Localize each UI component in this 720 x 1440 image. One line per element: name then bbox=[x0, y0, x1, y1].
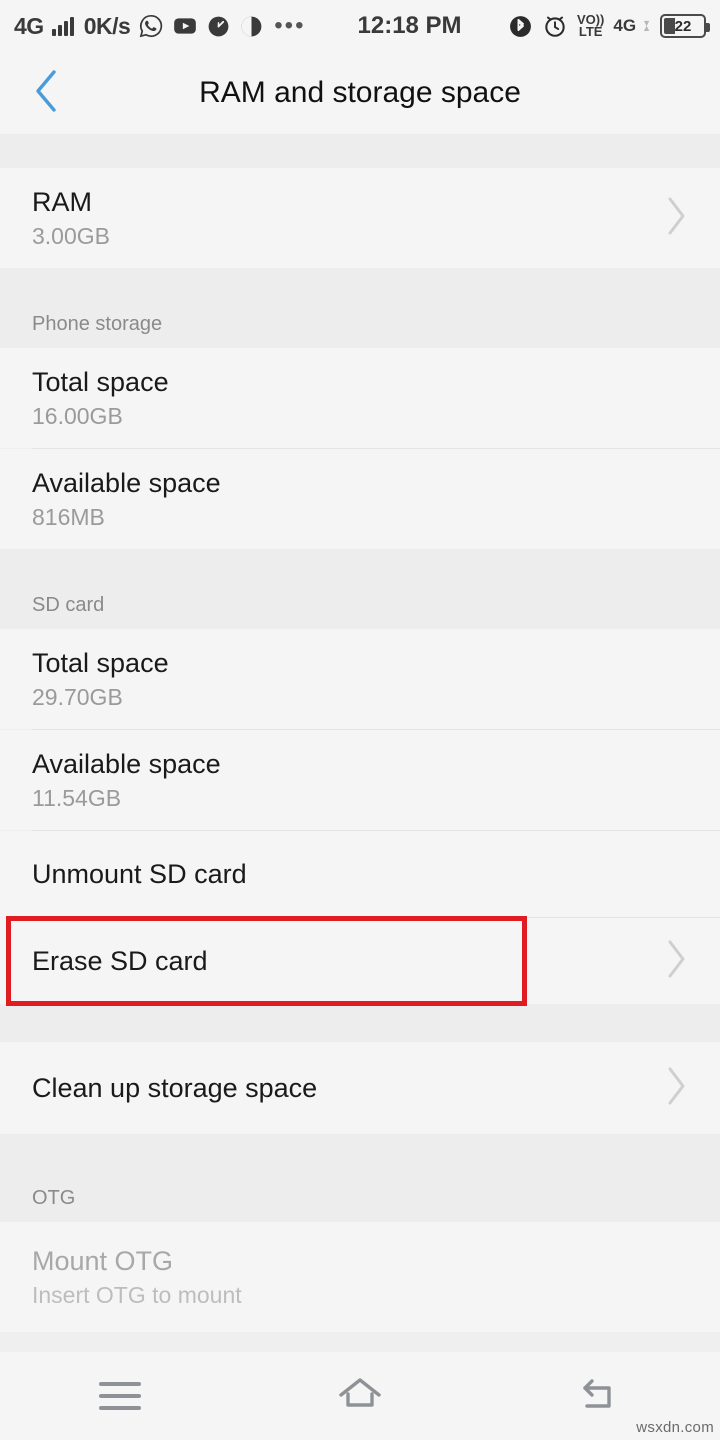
list-item-title: Total space bbox=[32, 366, 169, 397]
section-header-label: OTG bbox=[32, 1187, 76, 1209]
list-item-subtitle: 29.70GB bbox=[32, 683, 123, 710]
list-item-title: Mount OTG bbox=[32, 1245, 174, 1276]
battery-level-label: 22 bbox=[674, 17, 692, 35]
list-item-subtitle: 11.54GB bbox=[32, 784, 122, 811]
list-item-subtitle: 16.00GB bbox=[32, 402, 123, 429]
list-item-text: Total space 29.70GB bbox=[32, 648, 690, 711]
section-gap-cleanup bbox=[0, 1004, 720, 1042]
list-item: Mount OTG Insert OTG to mount bbox=[0, 1222, 720, 1332]
list-item[interactable]: Available space 11.54GB bbox=[0, 730, 720, 830]
back-nav-button[interactable] bbox=[480, 1373, 720, 1420]
battery-indicator: 22 bbox=[660, 14, 710, 38]
data-arrows-icon: ▼ ▲ bbox=[642, 17, 651, 33]
list-item-title: Erase SD card bbox=[32, 945, 208, 976]
list-item-text: Available space 816MB bbox=[32, 468, 690, 531]
section-gap-ram bbox=[0, 134, 720, 168]
list-item-text: Mount OTG Insert OTG to mount bbox=[32, 1246, 690, 1309]
back-arrow-icon bbox=[575, 1373, 625, 1420]
section-header-label: Phone storage bbox=[32, 313, 163, 335]
status-bar-clock: 12:18 PM bbox=[357, 12, 462, 39]
section-header-otg: OTG bbox=[0, 1164, 720, 1222]
list-item[interactable]: Available space 816MB bbox=[0, 449, 720, 549]
settings-list: RAM 3.00GB Phone storage Total space 16.00GB… bbox=[0, 134, 720, 1332]
menu-icon bbox=[99, 1382, 141, 1410]
recents-button[interactable] bbox=[0, 1382, 240, 1410]
status-bar-right: VO)) LTE 4G ▼ ▲ 22 bbox=[508, 13, 710, 39]
data-speed-label: 0K/s bbox=[83, 12, 131, 39]
navigation-bar: wsxdn.com bbox=[0, 1352, 720, 1440]
list-item-title: RAM bbox=[32, 186, 92, 217]
half-circle-icon bbox=[239, 14, 264, 39]
list-item-title: Available space bbox=[32, 748, 221, 779]
network-type-label: 4G bbox=[14, 12, 44, 39]
status-bar-left: 4G 0K/s ••• bbox=[14, 13, 306, 40]
chevron-right-icon bbox=[662, 936, 690, 987]
list-item-text: RAM 3.00GB bbox=[32, 187, 650, 250]
status-bar: 4G 0K/s ••• 12:18 PM VO)) LTE 4G ▼ ▲ 22 bbox=[0, 0, 720, 52]
back-button[interactable] bbox=[0, 52, 92, 134]
phone-screen: 4G 0K/s ••• 12:18 PM VO)) LTE 4G ▼ ▲ 22 … bbox=[0, 0, 720, 1440]
list-item[interactable]: Erase SD card bbox=[0, 918, 720, 1004]
sim-network-label: 4G bbox=[613, 16, 637, 35]
speedometer-icon bbox=[206, 14, 231, 39]
chevron-right-icon bbox=[662, 1063, 690, 1114]
list-item-text: Clean up storage space bbox=[32, 1073, 650, 1103]
youtube-icon bbox=[172, 13, 198, 39]
list-item-title: Unmount SD card bbox=[32, 858, 247, 889]
bluetooth-icon bbox=[508, 14, 533, 39]
list-item-text: Available space 11.54GB bbox=[32, 749, 690, 812]
list-item-title: Available space bbox=[32, 467, 221, 498]
list-item[interactable]: RAM 3.00GB bbox=[0, 168, 720, 268]
list-item-subtitle: 3.00GB bbox=[32, 222, 110, 249]
section-header-phone-storage: Phone storage bbox=[0, 290, 720, 348]
list-item-title: Total space bbox=[32, 647, 169, 678]
app-header: RAM and storage space bbox=[0, 52, 720, 134]
list-item[interactable]: Total space 29.70GB bbox=[0, 629, 720, 729]
list-item[interactable]: Unmount SD card bbox=[0, 831, 720, 917]
battery-fill bbox=[664, 18, 675, 34]
chevron-left-icon bbox=[29, 66, 63, 121]
section-gap-phone-storage bbox=[0, 268, 720, 290]
section-header-label: SD card bbox=[32, 594, 105, 616]
list-item-subtitle: 816MB bbox=[32, 503, 105, 530]
section-gap-sd-card bbox=[0, 549, 720, 571]
signal-bars-icon bbox=[51, 16, 74, 36]
list-item[interactable]: Total space 16.00GB bbox=[0, 348, 720, 448]
list-item-subtitle: Insert OTG to mount bbox=[32, 1281, 242, 1308]
chevron-right-icon bbox=[662, 193, 690, 244]
page-title: RAM and storage space bbox=[199, 76, 521, 109]
list-item-text: Unmount SD card bbox=[32, 859, 690, 889]
home-button[interactable] bbox=[240, 1373, 480, 1420]
volte-bottom-label: LTE bbox=[578, 24, 603, 39]
list-item-text: Total space 16.00GB bbox=[32, 367, 690, 430]
watermark: wsxdn.com bbox=[636, 1419, 714, 1436]
whatsapp-icon bbox=[138, 13, 164, 39]
volte-indicator: VO)) LTE bbox=[577, 13, 604, 39]
list-item-text: Erase SD card bbox=[32, 946, 650, 976]
home-icon bbox=[335, 1373, 385, 1420]
list-item-title: Clean up storage space bbox=[32, 1072, 318, 1103]
overflow-dots-icon: ••• bbox=[274, 12, 306, 39]
section-header-sd-card: SD card bbox=[0, 571, 720, 629]
list-item[interactable]: Clean up storage space bbox=[0, 1042, 720, 1134]
section-gap-otg bbox=[0, 1134, 720, 1164]
alarm-clock-icon bbox=[542, 13, 568, 39]
